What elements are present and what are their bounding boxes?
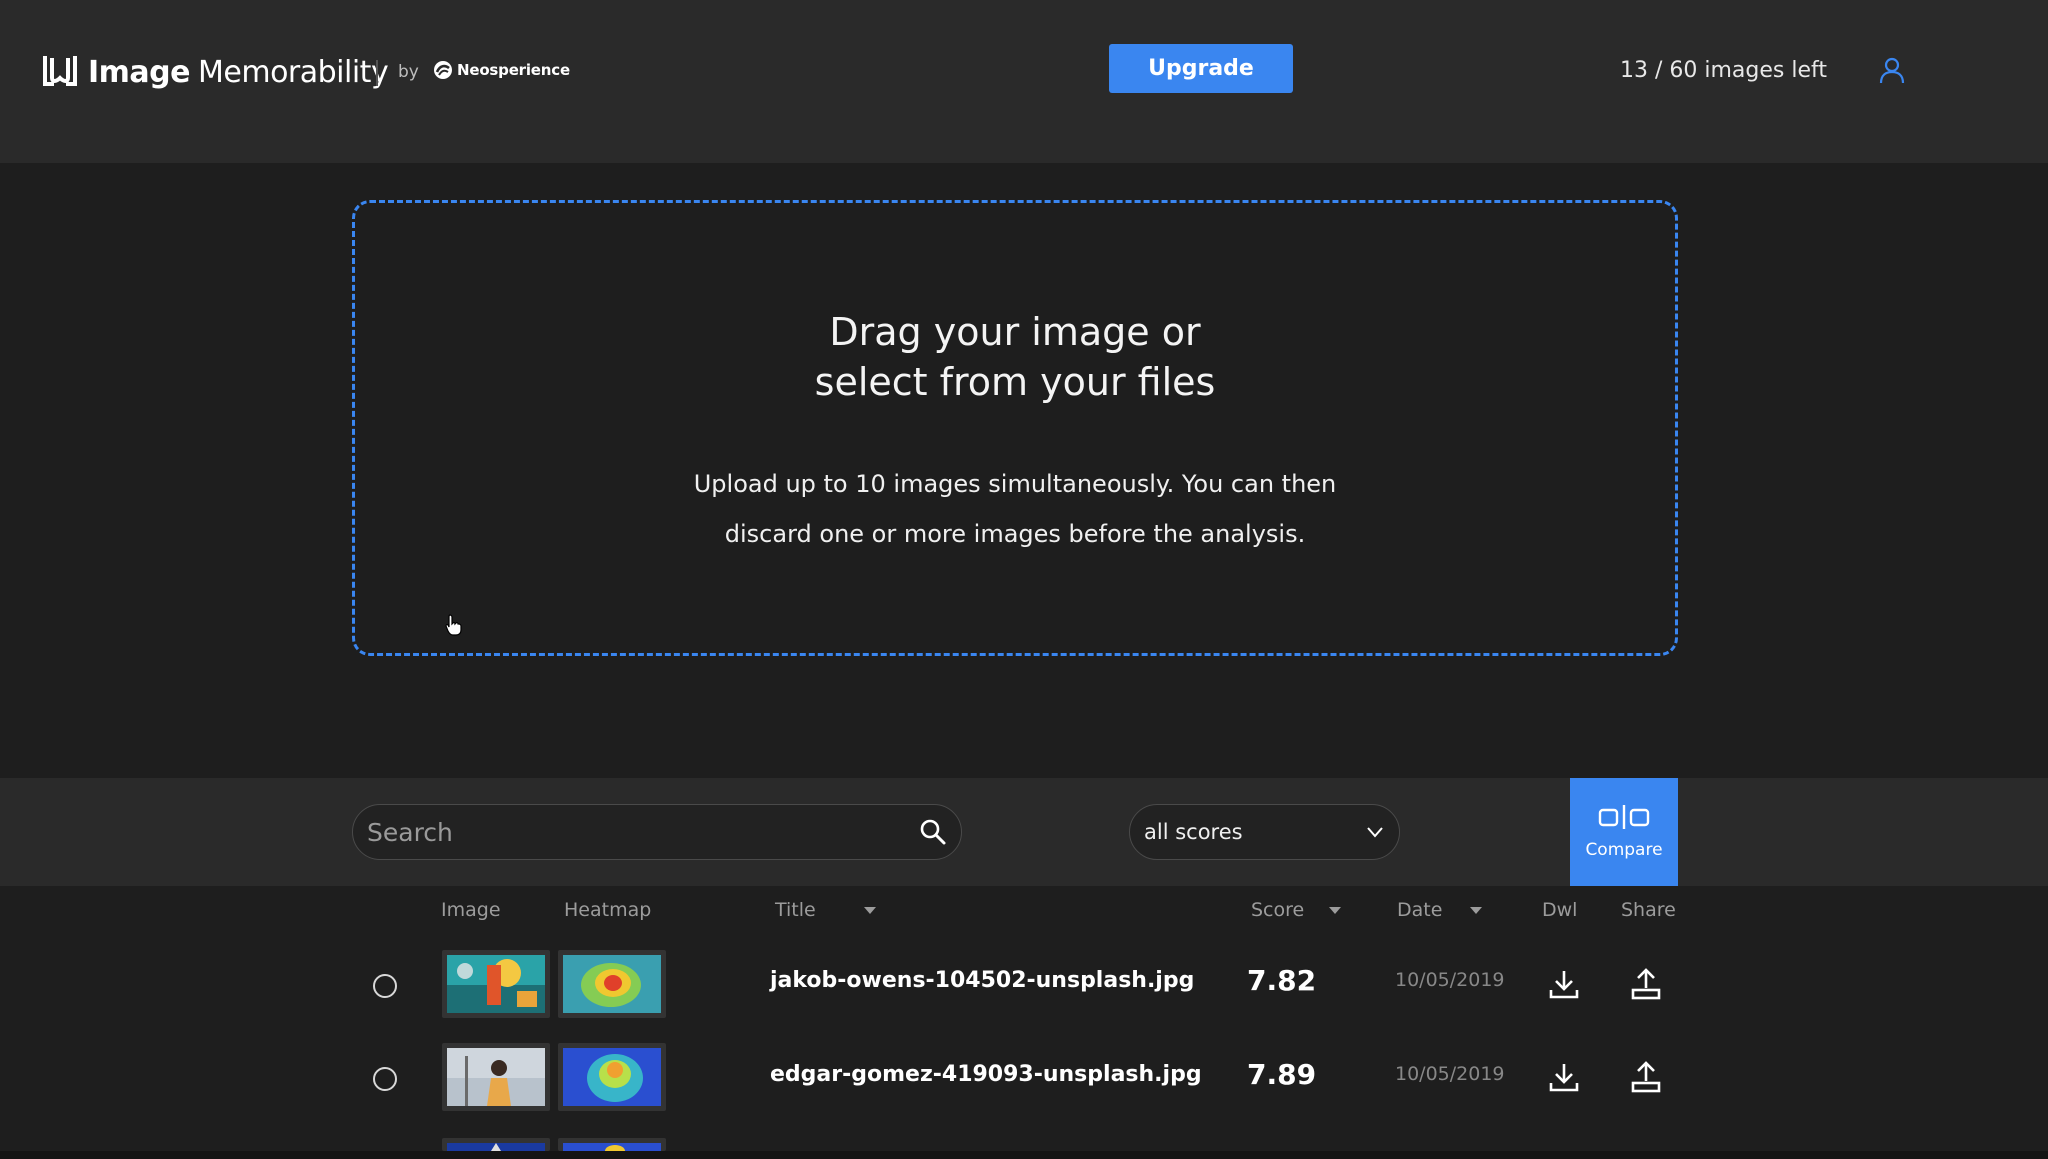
heatmap-thumbnail-graphic (563, 1143, 661, 1151)
app-name-light: Memorability (198, 54, 389, 90)
share-icon[interactable] (1630, 1061, 1662, 1093)
compare-label: Compare (1585, 840, 1663, 860)
row-title[interactable]: jakob-owens-104502-unsplash.jpg (770, 968, 1194, 993)
search-icon[interactable] (919, 818, 947, 846)
heatmap-thumbnail-graphic (563, 1048, 661, 1106)
column-header-heatmap: Heatmap (564, 899, 652, 921)
image-thumbnail-graphic (447, 1048, 545, 1106)
neosperience-logo-icon (434, 61, 452, 79)
row-score: 7.82 (1247, 964, 1317, 997)
hand-cursor-icon (445, 614, 462, 636)
search-box[interactable] (352, 804, 962, 860)
table-row-partial (0, 1138, 2048, 1151)
upgrade-button[interactable]: Upgrade (1109, 44, 1293, 93)
heatmap-thumbnail[interactable] (558, 950, 666, 1018)
image-thumbnail-graphic (447, 955, 545, 1013)
app-name-bold: Image (88, 54, 191, 90)
table-row[interactable]: edgar-gomez-419093-unsplash.jpg 7.89 10/… (0, 1033, 2048, 1123)
score-filter-value: all scores (1144, 820, 1243, 844)
logo-mark-icon (43, 56, 77, 86)
score-filter-select[interactable]: all scores (1129, 804, 1400, 860)
search-input[interactable] (367, 811, 887, 853)
column-header-date[interactable]: Date (1397, 899, 1442, 921)
sort-date-caret-icon[interactable] (1470, 907, 1482, 915)
image-thumbnail[interactable] (442, 950, 550, 1018)
download-icon[interactable] (1548, 968, 1580, 1000)
images-left-counter: 13 / 60 images left (1620, 58, 1827, 83)
dropzone-subtitle: Upload up to 10 images simultaneously. Y… (693, 470, 1337, 548)
heatmap-thumbnail[interactable] (558, 1043, 666, 1111)
row-score: 7.89 (1247, 1058, 1317, 1091)
dropzone-title: Drag your image or select from your file… (814, 310, 1216, 404)
row-select-radio[interactable] (373, 974, 397, 998)
row-date: 10/05/2019 (1395, 1063, 1505, 1085)
chevron-down-icon (1367, 827, 1383, 838)
window-bottom-edge (0, 1151, 2048, 1159)
column-header-score[interactable]: Score (1251, 899, 1304, 921)
image-thumbnail-graphic (447, 1143, 545, 1151)
row-date: 10/05/2019 (1395, 969, 1505, 991)
heatmap-thumbnail-graphic (563, 955, 661, 1013)
sort-score-caret-icon[interactable] (1329, 907, 1341, 915)
by-label: by (398, 62, 419, 82)
column-header-image: Image (441, 899, 501, 921)
partner-logo: Neosperience (433, 60, 570, 80)
column-header-share: Share (1621, 899, 1676, 921)
column-header-title[interactable]: Title (775, 899, 816, 921)
download-icon[interactable] (1548, 1061, 1580, 1093)
share-icon[interactable] (1630, 968, 1662, 1000)
compare-icon (1598, 805, 1650, 829)
user-icon[interactable] (1878, 56, 1906, 84)
image-thumbnail[interactable] (442, 1043, 550, 1111)
app-logo[interactable]: Image Memorability (42, 52, 389, 92)
column-header-download: Dwl (1542, 899, 1578, 921)
compare-button[interactable]: Compare (1570, 778, 1678, 886)
row-title[interactable]: edgar-gomez-419093-unsplash.jpg (770, 1062, 1202, 1087)
table-row[interactable]: jakob-owens-104502-unsplash.jpg 7.82 10/… (0, 938, 2048, 1028)
results-toolbar: all scores Compare (0, 778, 2048, 886)
sort-title-caret-icon[interactable] (864, 907, 876, 915)
image-thumbnail[interactable] (442, 1138, 550, 1151)
image-dropzone[interactable]: Drag your image or select from your file… (352, 200, 1678, 656)
row-select-radio[interactable] (373, 1067, 397, 1091)
logo-divider (376, 60, 378, 86)
partner-name: Neosperience (457, 61, 570, 79)
heatmap-thumbnail[interactable] (558, 1138, 666, 1151)
app-header: Image Memorability by Neosperience Upgra… (0, 0, 2048, 163)
